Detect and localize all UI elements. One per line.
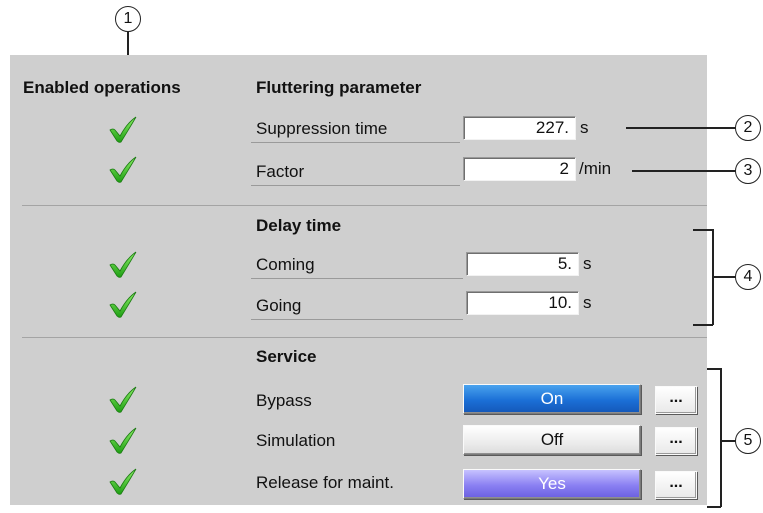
callout-4: 4 xyxy=(735,264,761,290)
fluttering-parameter-header: Fluttering parameter xyxy=(256,78,422,97)
going-input[interactable]: 10. xyxy=(466,291,579,315)
release-yes-button[interactable]: Yes xyxy=(463,469,641,499)
callout-5-bracket xyxy=(720,368,722,507)
callout-5: 5 xyxy=(735,428,761,454)
checkmark-icon xyxy=(108,290,138,318)
suppression-time-underline xyxy=(251,142,460,143)
callout-5-leader xyxy=(720,440,736,442)
release-for-maint-label: Release for maint. xyxy=(256,473,394,492)
service-header: Service xyxy=(256,347,317,366)
callout-3-leader xyxy=(632,170,736,172)
simulation-off-button[interactable]: Off xyxy=(463,425,641,455)
going-label: Going xyxy=(256,296,302,315)
checkmark-icon xyxy=(108,426,138,454)
checkmark-icon xyxy=(108,155,138,183)
suppression-time-label: Suppression time xyxy=(256,119,388,138)
factor-label: Factor xyxy=(256,162,305,181)
factor-underline xyxy=(251,185,460,186)
callout-3: 3 xyxy=(735,158,761,184)
checkmark-icon xyxy=(108,385,138,413)
going-underline xyxy=(251,319,463,320)
checkmark-icon xyxy=(108,467,138,495)
coming-unit: s xyxy=(583,254,592,273)
bypass-on-button[interactable]: On xyxy=(463,384,641,414)
callout-4-bracket xyxy=(693,324,713,326)
section-divider xyxy=(22,337,707,338)
coming-label: Coming xyxy=(256,255,315,274)
going-unit: s xyxy=(583,293,592,312)
callout-2: 2 xyxy=(735,115,761,141)
factor-input[interactable]: 2 xyxy=(463,157,576,181)
checkmark-icon xyxy=(108,115,138,143)
callout-5-bracket xyxy=(707,368,721,370)
simulation-label: Simulation xyxy=(256,431,336,450)
callout-4-leader xyxy=(712,276,736,278)
enabled-operations-header: Enabled operations xyxy=(23,78,181,97)
callout-2-leader xyxy=(626,127,736,129)
factor-unit: /min xyxy=(579,159,612,178)
simulation-more-button[interactable]: ... xyxy=(655,427,697,455)
coming-underline xyxy=(251,278,463,279)
suppression-time-input[interactable]: 227. xyxy=(463,116,576,140)
delay-time-header: Delay time xyxy=(256,216,342,235)
suppression-time-unit: s xyxy=(580,118,589,137)
bypass-more-button[interactable]: ... xyxy=(655,386,697,414)
callout-4-bracket xyxy=(693,229,713,231)
section-divider xyxy=(22,205,707,206)
coming-input[interactable]: 5. xyxy=(466,252,579,276)
callout-5-bracket xyxy=(707,506,721,508)
bypass-label: Bypass xyxy=(256,391,312,410)
release-more-button[interactable]: ... xyxy=(655,471,697,499)
callout-1: 1 xyxy=(115,6,141,32)
checkmark-icon xyxy=(108,250,138,278)
